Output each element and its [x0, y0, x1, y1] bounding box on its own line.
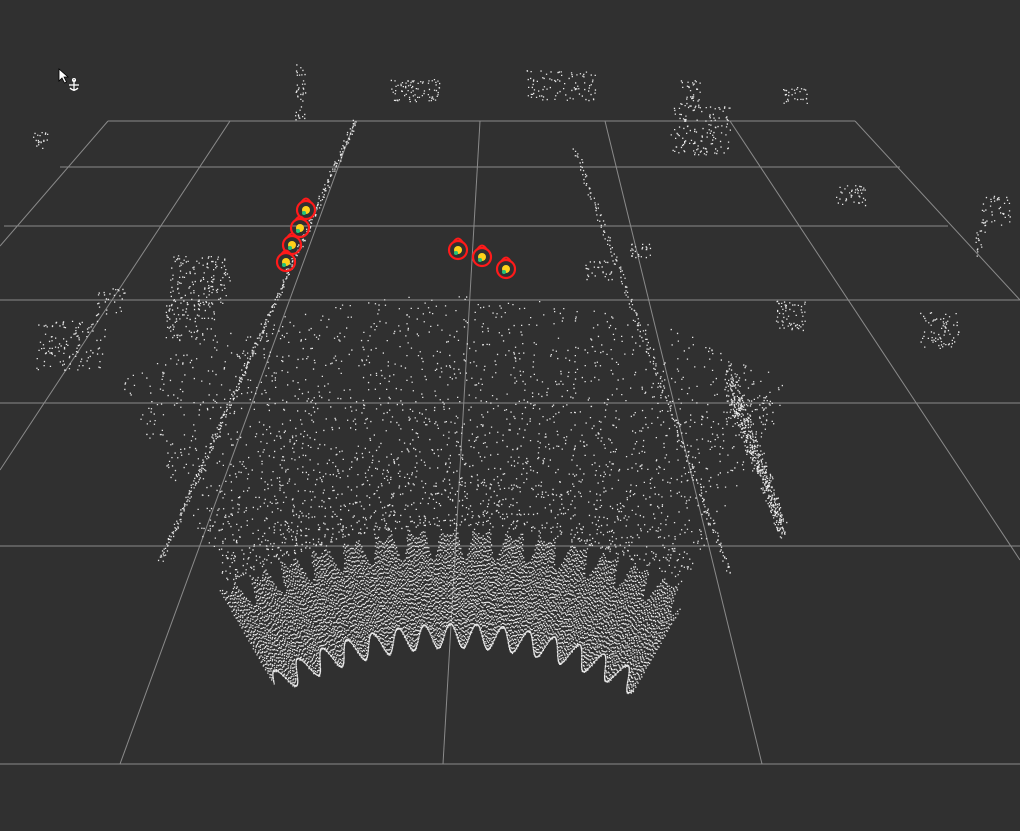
detection-accent	[502, 270, 506, 274]
grid-line	[854, 120, 1020, 301]
move-camera-cursor-icon	[58, 68, 88, 98]
3d-viewport[interactable]	[0, 0, 1020, 831]
detection-accent	[282, 263, 286, 267]
grid-line	[729, 120, 1020, 561]
detection-accent	[454, 251, 458, 255]
detection-accent	[296, 229, 300, 233]
point-cloud-scene[interactable]	[0, 0, 1020, 831]
detection-accent	[478, 258, 482, 262]
detection-accent	[302, 211, 306, 215]
detection-marker-3	[495, 256, 517, 280]
detection-markers	[275, 197, 517, 280]
grid-line	[442, 120, 481, 765]
ground-grid	[0, 120, 1020, 765]
detection-marker-1	[447, 237, 469, 261]
detection-marker-pole	[275, 197, 317, 273]
grid-line	[0, 120, 109, 247]
detection-accent	[288, 246, 292, 250]
detection-marker-2	[471, 244, 493, 268]
